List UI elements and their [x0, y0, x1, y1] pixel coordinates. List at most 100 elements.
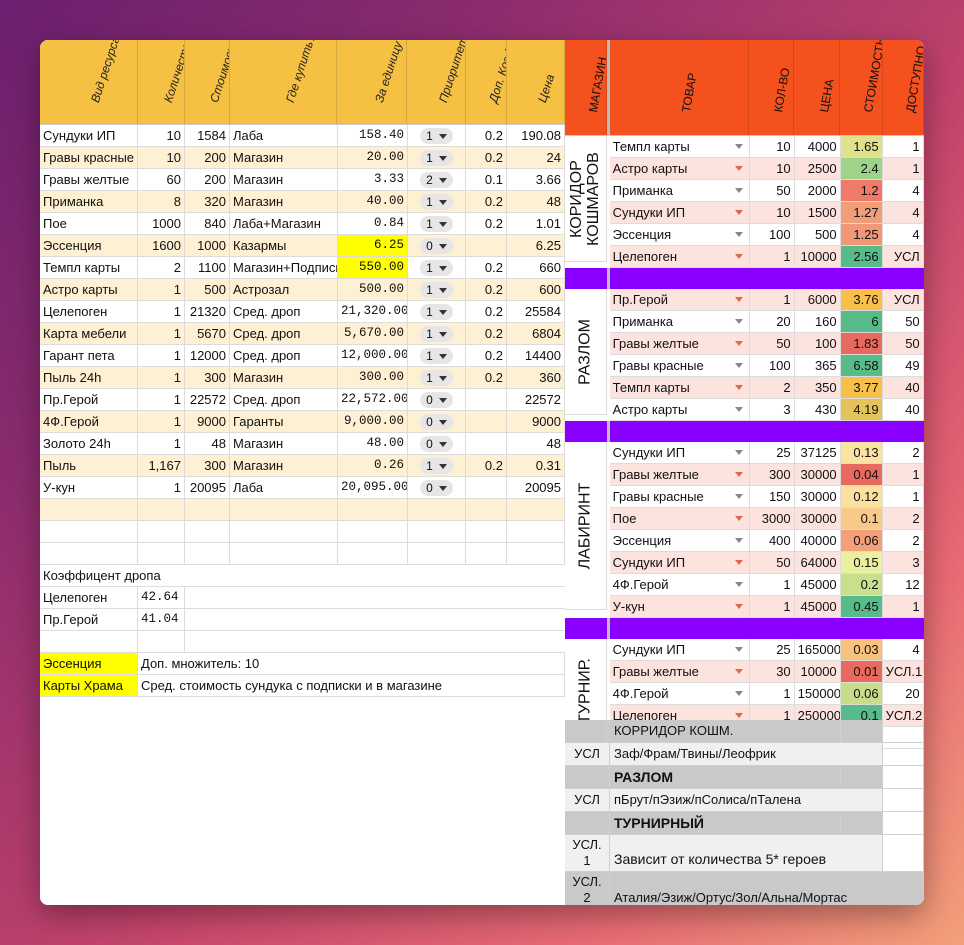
header-value[interactable]: СТОИМОСТЬ: [840, 40, 883, 135]
shop-item-row[interactable]: Сундуки ИП 10 1500 1.27 4: [609, 202, 924, 224]
dropdown-arrow-icon[interactable]: [734, 188, 743, 193]
shop-item-row[interactable]: Пое 3000 30000 0.1 2: [609, 508, 924, 530]
shop-item-row[interactable]: Астро карты 10 2500 2.4 1: [609, 158, 924, 180]
shop-item-row[interactable]: Приманка 20 160 6 50: [609, 311, 924, 333]
shop-item-row[interactable]: 4Ф.Герой 1 150000 0.06 20: [609, 683, 924, 705]
dropdown-arrow-icon[interactable]: [734, 407, 743, 412]
priority-dropdown[interactable]: 1: [420, 128, 453, 144]
shop-item[interactable]: Гравы желтые: [610, 464, 750, 485]
dropdown-arrow-icon[interactable]: [734, 341, 743, 346]
shop-item[interactable]: Сундуки ИП: [610, 442, 750, 463]
resource-row[interactable]: Карта мебели 1 5670 Сред. дроп 5,670.00 1 0.2 6…: [40, 323, 565, 345]
priority-cell[interactable]: 1: [408, 257, 466, 278]
shop-item[interactable]: Эссенция: [610, 530, 750, 551]
priority-dropdown[interactable]: 0: [420, 238, 453, 254]
resource-row[interactable]: Пыль 24h 1 300 Магазин 300.00 1 0.2 360: [40, 367, 565, 389]
shop-item[interactable]: Сундуки ИП: [610, 202, 750, 223]
priority-dropdown[interactable]: 1: [420, 326, 453, 342]
shop-item[interactable]: Сундуки ИП: [610, 639, 750, 660]
drop-row[interactable]: Целепоген 42.64: [40, 586, 565, 609]
priority-cell[interactable]: 1: [408, 455, 466, 476]
empty-row[interactable]: [40, 631, 565, 653]
resource-row[interactable]: Целепоген 1 21320 Сред. дроп 21,320.00 1 0.2 25…: [40, 301, 565, 323]
priority-cell[interactable]: 1: [408, 301, 466, 322]
priority-dropdown[interactable]: 1: [420, 150, 453, 166]
header-resource[interactable]: Вид ресурса: [40, 40, 138, 124]
empty-row[interactable]: [40, 543, 565, 565]
header-priority[interactable]: Приоритет: [407, 40, 466, 124]
shop-item[interactable]: Сундуки ИП: [610, 552, 750, 573]
header-qty[interactable]: КОЛ-ВО: [749, 40, 795, 135]
shop-item[interactable]: Эссенция: [610, 224, 750, 245]
resource-row[interactable]: Гравы желтые 60 200 Магазин 3.33 2 0.1 3.66: [40, 169, 565, 191]
header-qty[interactable]: Количество: [138, 40, 185, 124]
resource-row[interactable]: Сундуки ИП 10 1584 Лаба 158.40 1 0.2 190.08: [40, 125, 565, 147]
resource-row[interactable]: Пыль 1,167 300 Магазин 0.26 1 0.2 0.31: [40, 455, 565, 477]
note-row[interactable]: Эссенция Доп. множитель: 10: [40, 653, 565, 675]
priority-cell[interactable]: 0: [408, 411, 466, 432]
priority-dropdown[interactable]: 0: [420, 414, 453, 430]
shop-item[interactable]: Астро карты: [610, 158, 750, 179]
shop-item-row[interactable]: Приманка 50 2000 1.2 4: [609, 180, 924, 202]
shop-item[interactable]: Гравы желтые: [610, 661, 750, 682]
priority-cell[interactable]: 0: [408, 389, 466, 410]
shop-item[interactable]: Темпл карты: [610, 136, 750, 157]
dropdown-arrow-icon[interactable]: [734, 582, 743, 587]
priority-cell[interactable]: 1: [408, 191, 466, 212]
shop-item[interactable]: Гравы красные: [610, 486, 750, 507]
priority-cell[interactable]: 0: [408, 235, 466, 256]
empty-row[interactable]: [40, 499, 565, 521]
shop-item-row[interactable]: Гравы красные 100 365 6.58 49: [609, 355, 924, 377]
shop-item[interactable]: Гравы красные: [610, 355, 750, 376]
shop-item-row[interactable]: Эссенция 400 40000 0.06 2: [609, 530, 924, 552]
dropdown-arrow-icon[interactable]: [734, 319, 743, 324]
shop-item-row[interactable]: Эссенция 100 500 1.25 4: [609, 224, 924, 246]
priority-dropdown[interactable]: 0: [420, 436, 453, 452]
priority-dropdown[interactable]: 1: [420, 194, 453, 210]
priority-dropdown[interactable]: 2: [420, 172, 453, 188]
dropdown-arrow-icon[interactable]: [734, 538, 743, 543]
shop-item-row[interactable]: Целепоген 1 10000 2.56 УСЛ: [609, 246, 924, 268]
header-where[interactable]: Где купить?: [230, 40, 338, 124]
header-cost[interactable]: Стоимость: [185, 40, 231, 124]
priority-cell[interactable]: 1: [408, 323, 466, 344]
priority-cell[interactable]: 1: [408, 147, 466, 168]
dropdown-arrow-icon[interactable]: [734, 604, 743, 609]
shop-item[interactable]: Астро карты: [610, 399, 750, 420]
shop-item-row[interactable]: Темпл карты 10 4000 1.65 1: [609, 136, 924, 158]
shop-item-row[interactable]: Сундуки ИП 25 165000 0.03 4: [609, 639, 924, 661]
shop-item-row[interactable]: 4Ф.Герой 1 45000 0.2 12: [609, 574, 924, 596]
dropdown-arrow-icon[interactable]: [734, 647, 743, 652]
shop-item[interactable]: 4Ф.Герой: [610, 683, 750, 704]
shop-item-row[interactable]: Сундуки ИП 50 64000 0.15 3: [609, 552, 924, 574]
dropdown-arrow-icon[interactable]: [734, 713, 743, 718]
shop-item[interactable]: Приманка: [610, 180, 750, 201]
dropdown-arrow-icon[interactable]: [734, 144, 743, 149]
header-unit[interactable]: За единицу: [337, 40, 408, 124]
shop-item[interactable]: Целепоген: [610, 246, 750, 267]
dropdown-arrow-icon[interactable]: [734, 494, 743, 499]
shop-item[interactable]: Пое: [610, 508, 750, 529]
shop-item[interactable]: 4Ф.Герой: [610, 574, 750, 595]
dropdown-arrow-icon[interactable]: [734, 363, 743, 368]
shop-item-row[interactable]: Гравы желтые 30 10000 0.01 УСЛ.1: [609, 661, 924, 683]
dropdown-arrow-icon[interactable]: [734, 669, 743, 674]
resource-row[interactable]: Пое 1000 840 Лаба+Магазин 0.84 1 0.2 1.01: [40, 213, 565, 235]
header-price[interactable]: Цена: [507, 40, 565, 124]
shop-item-row[interactable]: Гравы красные 150 30000 0.12 1: [609, 486, 924, 508]
priority-dropdown[interactable]: 1: [420, 304, 453, 320]
header-price[interactable]: ЦЕНА: [794, 40, 841, 135]
resource-row[interactable]: Золото 24h 1 48 Магазин 48.00 0 48: [40, 433, 565, 455]
dropdown-arrow-icon[interactable]: [734, 450, 743, 455]
shop-item-row[interactable]: Сундуки ИП 25 37125 0.13 2: [609, 442, 924, 464]
priority-cell[interactable]: 0: [408, 477, 466, 498]
resource-row[interactable]: Эссенция 1600 1000 Казармы 6.25 0 6.25: [40, 235, 565, 257]
dropdown-arrow-icon[interactable]: [734, 516, 743, 521]
resource-row[interactable]: Гарант пета 1 12000 Сред. дроп 12,000.00 1 0.2…: [40, 345, 565, 367]
header-item[interactable]: ТОВАР: [610, 40, 749, 135]
shop-item[interactable]: У-кун: [610, 596, 750, 617]
note-row[interactable]: Карты Храма Сред. стоимость сундука с по…: [40, 675, 565, 697]
dropdown-arrow-icon[interactable]: [734, 210, 743, 215]
header-shop[interactable]: МАГАЗИН: [565, 40, 608, 135]
priority-dropdown[interactable]: 0: [420, 392, 453, 408]
